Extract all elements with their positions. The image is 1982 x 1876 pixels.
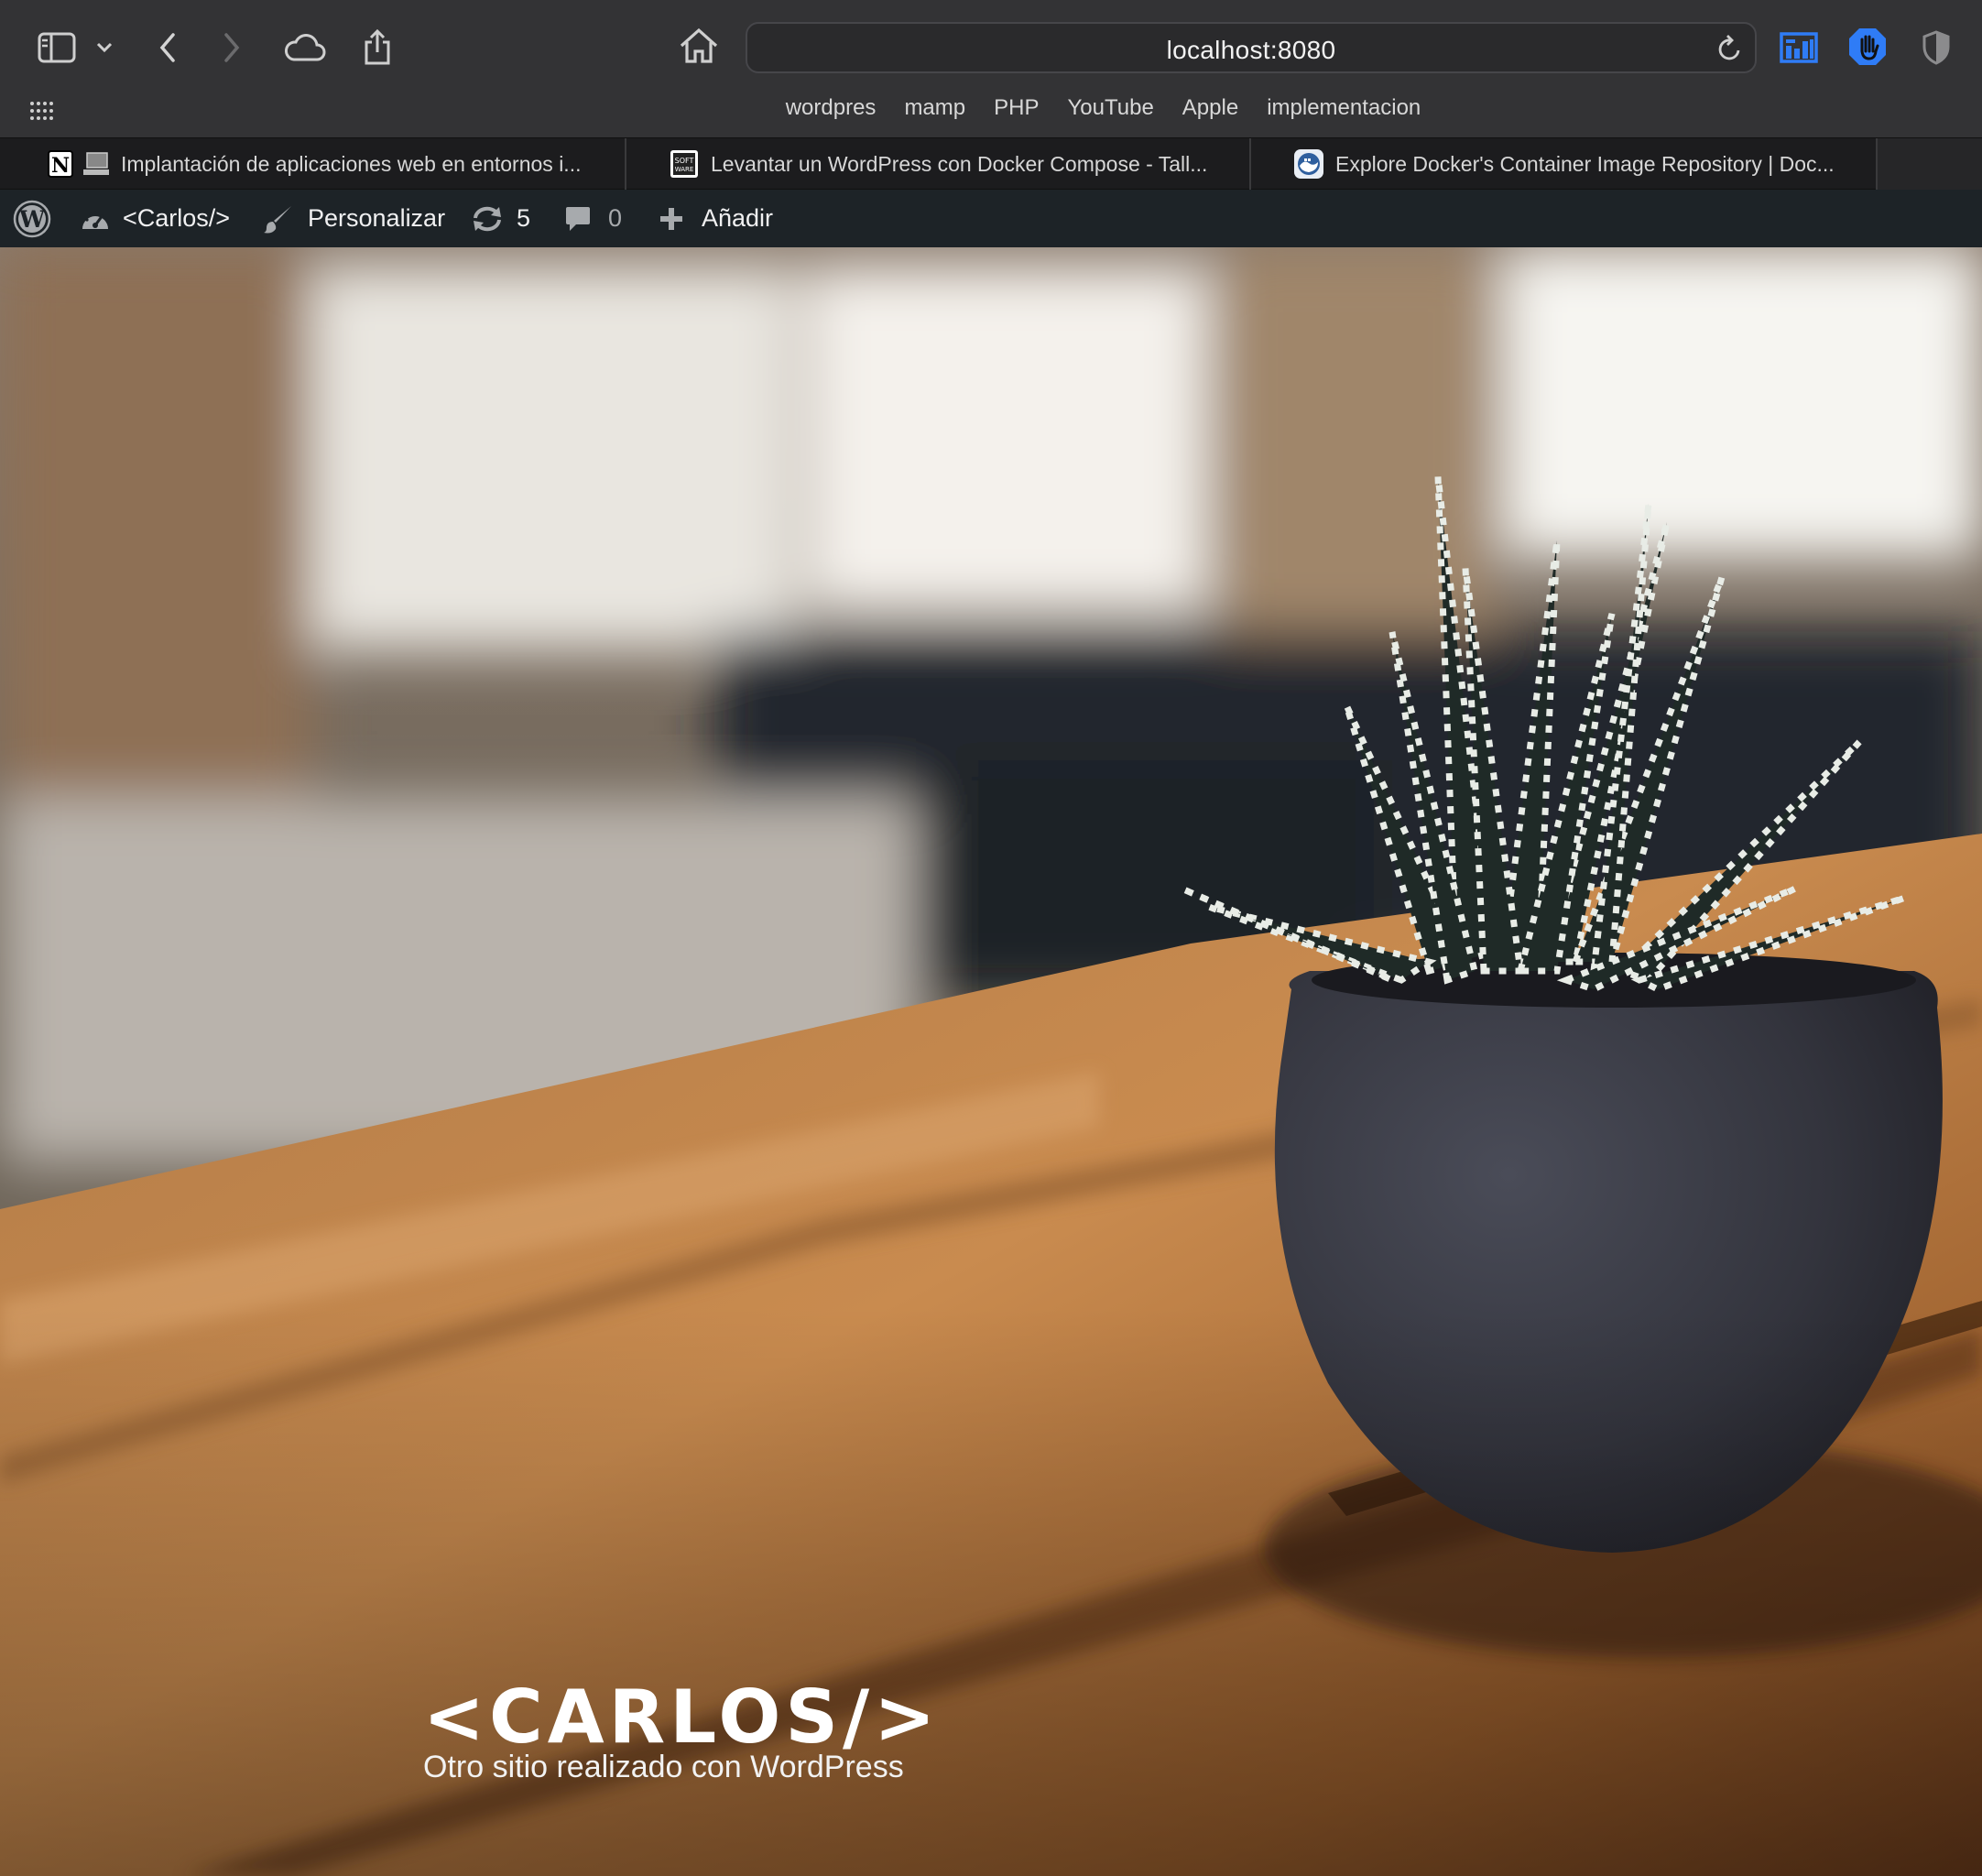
- site-name-menu[interactable]: <Carlos/>: [79, 190, 258, 247]
- sidebar-toggle-icon[interactable]: [35, 27, 79, 68]
- updates-link[interactable]: 5: [462, 190, 551, 247]
- comments-count: 0: [608, 204, 623, 232]
- site-title[interactable]: <CARLOS/>: [423, 1674, 940, 1760]
- wordpress-logo-icon: W: [13, 200, 51, 238]
- wp-logo-menu[interactable]: W: [0, 190, 79, 247]
- share-icon[interactable]: [359, 24, 396, 70]
- icloud-icon[interactable]: [282, 27, 328, 68]
- browser-toolbar: localhost:8080 wordpres mamp PHP YouTube…: [0, 0, 1982, 137]
- notion-icon: N: [46, 148, 110, 180]
- svg-text:WARE: WARE: [675, 166, 694, 173]
- tab-implantacion[interactable]: N Implantación de aplicaciones web en en…: [0, 138, 626, 190]
- tab-overflow-area: [1878, 138, 1982, 190]
- header-hero: <CARLOS/> Otro sitio realizado con WordP…: [0, 247, 1982, 1876]
- home-icon[interactable]: [676, 24, 722, 68]
- plus-icon: [658, 206, 685, 232]
- svg-text:W: W: [18, 206, 46, 233]
- dashboard-gauge-icon: [79, 206, 112, 232]
- comments-link[interactable]: 0: [551, 190, 645, 247]
- bookmark-mamp[interactable]: mamp: [904, 95, 965, 121]
- address-bar[interactable]: localhost:8080: [746, 22, 1757, 73]
- bookmark-wordpres[interactable]: wordpres: [786, 95, 877, 121]
- updates-count: 5: [517, 204, 531, 232]
- add-new-label: Añadir: [701, 204, 773, 232]
- address-text[interactable]: localhost:8080: [747, 36, 1755, 65]
- bookmark-apple[interactable]: Apple: [1182, 95, 1238, 121]
- bookmark-youtube[interactable]: YouTube: [1067, 95, 1153, 121]
- svg-text:SOFT: SOFT: [675, 157, 694, 165]
- docker-icon: [1293, 148, 1324, 180]
- site-description: Otro sitio realizado con WordPress: [423, 1750, 904, 1784]
- bookmarks-bar: wordpres mamp PHP YouTube Apple implemen…: [0, 95, 1982, 121]
- hero-photo: [0, 247, 1982, 1876]
- tab-bar: N Implantación de aplicaciones web en en…: [0, 137, 1982, 190]
- tab-title: Implantación de aplicaciones web en ento…: [121, 151, 582, 176]
- back-icon[interactable]: [152, 27, 183, 68]
- tab-title: Explore Docker's Container Image Reposit…: [1335, 151, 1835, 176]
- paintbrush-icon: [262, 203, 295, 234]
- bookmark-php[interactable]: PHP: [994, 95, 1039, 121]
- customize-link[interactable]: Personalizar: [258, 190, 462, 247]
- tab-docker-compose[interactable]: SOFT WARE Levantar un WordPress con Docke…: [626, 138, 1251, 190]
- reader-extension-icon[interactable]: [1779, 27, 1819, 68]
- updates-refresh-icon: [471, 205, 504, 233]
- adblock-hand-icon[interactable]: [1846, 26, 1889, 68]
- tab-docker-hub[interactable]: Explore Docker's Container Image Reposit…: [1251, 138, 1878, 190]
- add-new-menu[interactable]: Añadir: [645, 190, 773, 247]
- customize-label: Personalizar: [308, 204, 446, 232]
- tab-title: Levantar un WordPress con Docker Compose…: [711, 151, 1208, 176]
- privacy-shield-icon[interactable]: [1918, 27, 1955, 68]
- reload-icon[interactable]: [1715, 33, 1746, 64]
- wp-admin-bar: W <Carlos/> Personalizar 5 0 Añadir: [0, 190, 1982, 247]
- softwarecrafters-icon: SOFT WARE: [669, 148, 700, 180]
- svg-text:N: N: [51, 154, 70, 178]
- chevron-down-icon[interactable]: [92, 35, 117, 60]
- bookmark-implementacion[interactable]: implementacion: [1267, 95, 1421, 121]
- forward-icon[interactable]: [216, 27, 247, 68]
- site-name-label: <Carlos/>: [123, 204, 231, 232]
- comment-bubble-icon: [564, 205, 592, 233]
